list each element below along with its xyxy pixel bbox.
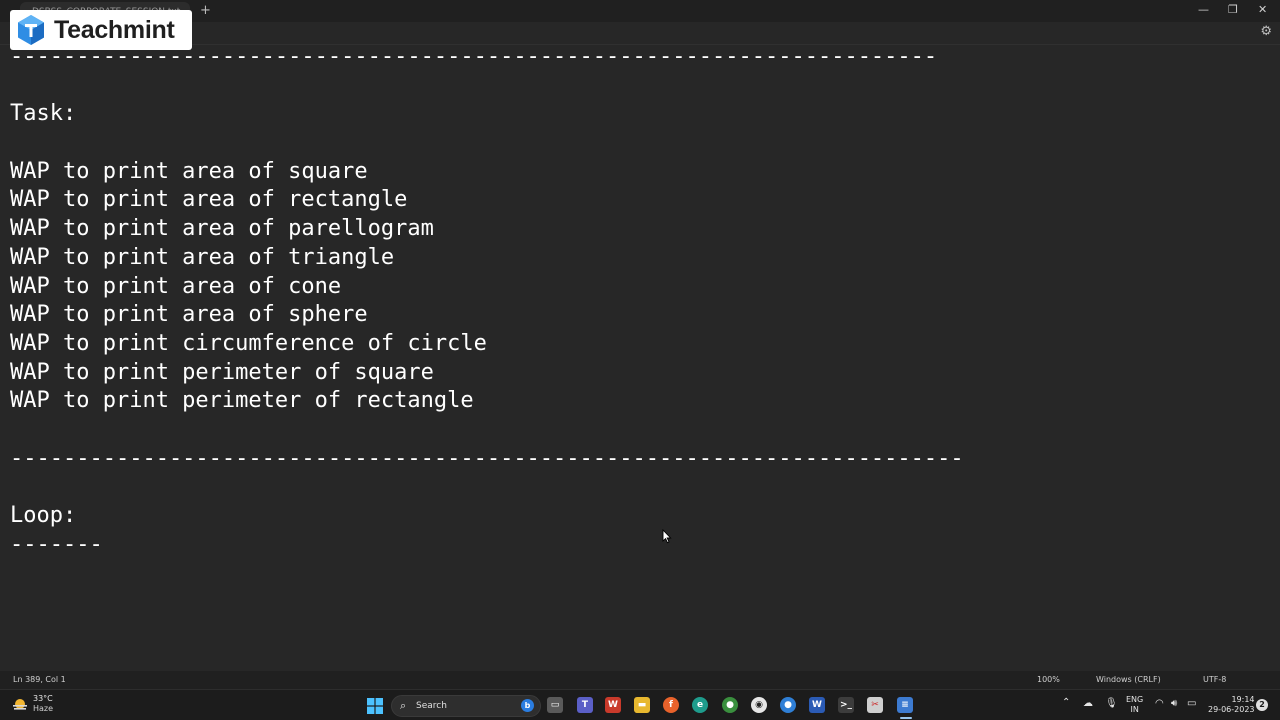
text-editor[interactable]: ----------------------------------------… (10, 43, 1268, 670)
word-icon[interactable]: W (809, 697, 825, 713)
editor-line: Task: (10, 101, 77, 127)
clock-time: 19:14 (1231, 695, 1255, 704)
onedrive-cloud-icon[interactable]: ☁ (1083, 699, 1093, 709)
teachmint-watermark: Teachmint (10, 10, 192, 50)
edge-icon[interactable]: e (692, 697, 708, 713)
menu-bar (0, 22, 1280, 45)
editor-line: WAP to print area of triangle (10, 244, 395, 270)
teachmint-logo-icon (18, 15, 44, 45)
microphone-icon[interactable]: 🎙︎ (1105, 699, 1118, 709)
clock-date: 29-06-2023 (1208, 705, 1255, 714)
editor-line: ----------------------------------------… (10, 44, 938, 69)
office-app-icon[interactable]: W (605, 697, 621, 713)
editor-line: ----------------------------------------… (10, 445, 964, 471)
show-hidden-icons-chevron-icon[interactable]: ⌃ (1062, 698, 1070, 708)
line-ending[interactable]: Windows (CRLF) (1096, 675, 1161, 684)
chrome-icon[interactable]: ● (722, 697, 738, 713)
teams-icon[interactable]: T (577, 697, 593, 713)
new-tab-button[interactable]: + (200, 3, 211, 18)
editor-line: WAP to print area of rectangle (10, 187, 408, 213)
zoom-level[interactable]: 100% (1037, 675, 1060, 684)
close-button[interactable]: ✕ (1258, 3, 1267, 16)
active-app-indicator (900, 717, 912, 719)
obs-recorder-icon[interactable]: ◉ (751, 697, 767, 713)
language-indicator[interactable]: ENG IN (1126, 695, 1143, 715)
editor-line: ------- (10, 531, 103, 557)
editor-line: WAP to print area of parellogram (10, 216, 434, 242)
title-bar: DSBSS_CORPORATE_SESSION.txt + — ❐ ✕ (0, 0, 1280, 22)
encoding[interactable]: UTF-8 (1203, 675, 1226, 684)
taskbar: 33°C Haze ⌕ Search b ▭ T W ▬ f e ● ◉ ● W… (0, 689, 1280, 720)
wifi-icon[interactable]: ◠ (1155, 699, 1164, 709)
notification-badge[interactable]: 2 (1256, 699, 1268, 711)
taskbar-search[interactable]: ⌕ Search b (391, 695, 541, 717)
bing-icon: b (521, 699, 534, 712)
editor-line: WAP to print area of square (10, 158, 368, 184)
settings-gear-icon[interactable]: ⚙ (1260, 24, 1272, 39)
chrome-profile-icon[interactable]: ● (780, 697, 796, 713)
maximize-button[interactable]: ❐ (1228, 3, 1238, 16)
editor-line: Loop: (10, 503, 77, 528)
search-label: Search (416, 701, 447, 711)
weather-description[interactable]: Haze (33, 704, 53, 713)
cursor-position: Ln 389, Col 1 (13, 675, 66, 684)
file-explorer-icon[interactable]: ▬ (634, 697, 650, 713)
firefox-icon[interactable]: f (663, 697, 679, 713)
search-icon: ⌕ (400, 699, 407, 712)
editor-line: WAP to print circumference of circle (10, 330, 487, 356)
language-region: IN (1130, 705, 1139, 714)
mouse-cursor-icon (662, 529, 672, 544)
watermark-text: Teachmint (54, 15, 175, 44)
windows-start-icon[interactable] (367, 698, 383, 714)
editor-line: WAP to print perimeter of square (10, 359, 434, 385)
volume-icon[interactable]: 🔊︎ (1171, 699, 1177, 709)
snipping-tool-icon[interactable]: ✂ (867, 697, 883, 713)
task-view-icon[interactable]: ▭ (547, 697, 563, 713)
editor-line: WAP to print perimeter of rectangle (10, 388, 474, 414)
status-bar: Ln 389, Col 1 100% Windows (CRLF) UTF-8 (0, 671, 1280, 689)
minimize-button[interactable]: — (1198, 3, 1209, 16)
language-code: ENG (1126, 695, 1144, 704)
editor-line: WAP to print area of cone (10, 273, 342, 299)
battery-icon[interactable]: ▭ (1187, 699, 1196, 709)
terminal-icon[interactable]: >_ (838, 697, 854, 713)
clock[interactable]: 19:14 29-06-2023 (1208, 695, 1255, 715)
weather-temperature[interactable]: 33°C (33, 694, 53, 703)
editor-line: WAP to print area of sphere (10, 302, 368, 328)
weather-haze-icon[interactable] (12, 698, 28, 712)
notepad-icon[interactable]: ≡ (897, 697, 913, 713)
